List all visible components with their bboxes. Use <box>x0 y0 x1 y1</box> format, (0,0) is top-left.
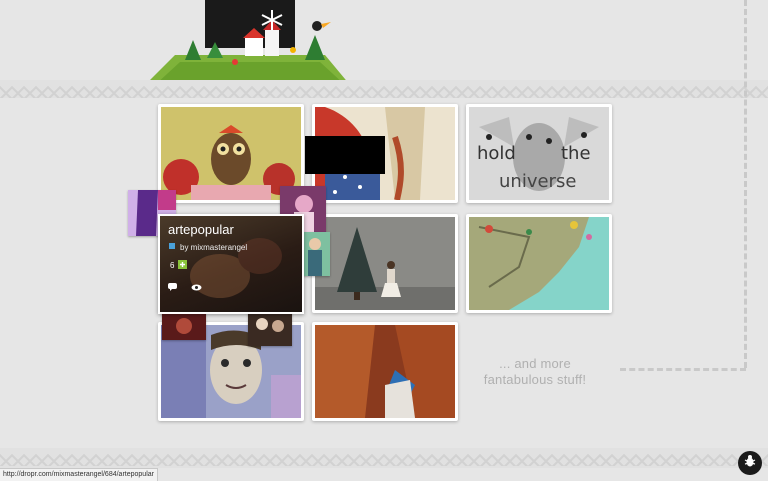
gallery-tile-hair-closeup[interactable] <box>312 322 458 421</box>
gallery-tile-artepopular-hover[interactable]: artepopular by mixmasterangel 6 <box>158 214 304 314</box>
hover-title[interactable]: artepopular <box>168 222 234 237</box>
gallery-tile-cliff-island[interactable] <box>466 214 612 313</box>
redacted-area <box>305 136 385 174</box>
hover-action-icons <box>168 278 202 296</box>
hover-author-row[interactable]: by mixmasterangel <box>168 242 247 252</box>
hover-author[interactable]: by mixmasterangel <box>180 243 247 252</box>
hover-overlay: artepopular by mixmasterangel 6 <box>160 216 302 312</box>
comment-icon[interactable] <box>168 278 177 296</box>
hover-count-row: 6 <box>170 260 188 271</box>
more-caption: ... and more fantabulous stuff! <box>470 356 600 388</box>
eye-icon[interactable] <box>191 278 202 296</box>
dashed-path-vertical <box>744 0 747 368</box>
mini-thumb-dark-red[interactable] <box>162 312 206 340</box>
more-line1: ... and more <box>499 356 571 371</box>
zigzag-divider-bottom <box>0 448 768 468</box>
svg-text:the: the <box>561 143 591 164</box>
zigzag-divider-top <box>0 80 768 98</box>
gallery-tile-hold-the-universe[interactable]: hold the universe <box>466 104 612 203</box>
hover-count-value: 6 <box>170 261 175 270</box>
svg-text:universe: universe <box>499 171 576 192</box>
svg-text:hold: hold <box>477 143 516 164</box>
user-icon <box>168 242 176 252</box>
mini-thumb-green-figure[interactable] <box>300 232 330 276</box>
browser-status-url: http://dropr.com/mixmasterangel/684/arte… <box>0 468 158 481</box>
mini-thumb-couple[interactable] <box>248 312 292 346</box>
dashed-path-horizontal <box>620 368 746 371</box>
plus-icon[interactable] <box>178 260 188 271</box>
bug-report-button[interactable] <box>738 451 762 475</box>
header-illustration <box>145 0 355 88</box>
bug-icon <box>743 454 757 473</box>
more-line2: fantabulous stuff! <box>483 372 587 387</box>
gallery-tile-christmas-tree[interactable] <box>312 214 458 313</box>
